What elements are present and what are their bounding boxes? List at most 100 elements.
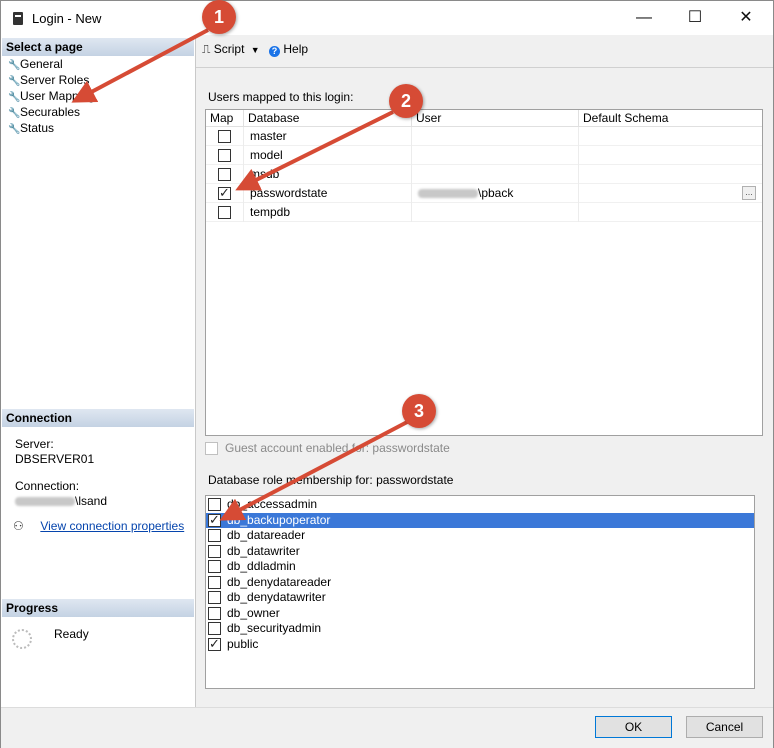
user-value: \pback	[478, 186, 514, 200]
map-checkbox-tempdb[interactable]	[218, 206, 231, 219]
browse-schema-button[interactable]: ...	[742, 186, 756, 200]
column-header-user[interactable]: User	[412, 110, 579, 127]
map-cell	[206, 127, 244, 146]
database-cell: msdb	[244, 165, 412, 184]
title-bar: Login - New — ☐ ✕	[1, 1, 773, 35]
schema-cell[interactable]	[579, 127, 762, 146]
table-row: master	[206, 127, 762, 146]
role-checkbox[interactable]	[208, 591, 221, 604]
list-item[interactable]: db_accessadmin	[206, 497, 754, 513]
redacted-blur	[15, 497, 75, 507]
help-button[interactable]: Help	[283, 42, 308, 56]
nav-item-label: Status	[20, 121, 55, 135]
list-item[interactable]: db_ddladmin	[206, 559, 754, 575]
map-checkbox-model[interactable]	[218, 149, 231, 162]
left-panel: Select a page 🔧General 🔧Server Roles 🔧Us…	[1, 35, 196, 707]
nav-item-server-roles[interactable]: 🔧Server Roles	[8, 72, 89, 88]
close-button[interactable]: ✕	[723, 1, 769, 35]
role-checkbox[interactable]	[208, 606, 221, 620]
progress-status: Ready	[54, 627, 89, 641]
user-cell[interactable]	[412, 146, 579, 165]
list-item[interactable]: db_owner	[206, 606, 754, 622]
list-item[interactable]: db_denydatawriter	[206, 590, 754, 606]
list-item[interactable]: db_backupoperator	[206, 512, 754, 528]
redacted-blur	[418, 189, 478, 199]
role-checkbox[interactable]	[208, 529, 221, 542]
user-cell[interactable]	[412, 127, 579, 146]
nav-item-label: Server Roles	[20, 73, 90, 87]
connection-value: \lsand	[75, 494, 108, 508]
map-cell	[206, 146, 244, 165]
user-cell[interactable]: \pback	[412, 184, 579, 203]
map-checkbox-master[interactable]	[218, 130, 231, 143]
connection-value-row: \lsand	[15, 494, 107, 508]
list-item[interactable]: db_datareader	[206, 528, 754, 544]
nav-item-label: User Mapping	[20, 89, 95, 103]
script-icon: ⎍	[202, 42, 211, 56]
role-checkbox[interactable]	[208, 560, 221, 573]
list-item[interactable]: db_securityadmin	[206, 621, 754, 637]
connection-header: Connection	[2, 409, 194, 427]
role-checkbox[interactable]	[208, 544, 221, 558]
app-icon	[13, 12, 23, 25]
users-mapped-label: Users mapped to this login:	[208, 90, 354, 104]
cancel-button[interactable]: Cancel	[686, 716, 763, 738]
user-cell[interactable]	[412, 165, 579, 184]
wrench-icon: 🔧	[8, 124, 21, 135]
role-name: db_ddladmin	[227, 559, 296, 573]
users-mapped-grid: Map Database User Default Schema master …	[205, 109, 763, 436]
role-membership-label: Database role membership for: passwordst…	[208, 473, 454, 487]
help-icon: ?	[269, 46, 281, 57]
annotation-marker-1: 1	[202, 0, 236, 34]
schema-cell[interactable]	[579, 165, 762, 184]
table-row: passwordstate \pback ...	[206, 184, 762, 203]
role-checkbox[interactable]	[208, 498, 221, 511]
script-dropdown-icon[interactable]: ▼	[251, 45, 260, 55]
database-cell: model	[244, 146, 412, 165]
connection-properties-icon: ⚇	[13, 519, 24, 533]
table-row: tempdb	[206, 203, 762, 222]
nav-item-general[interactable]: 🔧General	[8, 56, 63, 72]
column-header-default-schema[interactable]: Default Schema	[579, 110, 762, 127]
map-checkbox-passwordstate[interactable]	[218, 185, 231, 201]
nav-item-status[interactable]: 🔧Status	[8, 120, 54, 136]
view-connection-properties-row: ⚇ View connection properties	[13, 519, 184, 533]
column-header-database[interactable]: Database	[244, 110, 412, 127]
list-item[interactable]: db_denydatareader	[206, 575, 754, 591]
nav-item-securables[interactable]: 🔧Securables	[8, 104, 80, 120]
schema-cell[interactable]: ...	[579, 184, 762, 203]
column-header-map[interactable]: Map	[206, 110, 244, 127]
role-name: db_denydatareader	[227, 574, 332, 589]
schema-cell[interactable]	[579, 146, 762, 165]
ok-button[interactable]: OK	[595, 716, 672, 738]
script-button[interactable]: Script	[214, 42, 245, 56]
main-panel: ⎍ Script ▼ ? Help Users mapped to this l…	[196, 35, 773, 707]
window-title: Login - New	[32, 11, 102, 26]
map-cell	[206, 203, 244, 222]
role-name: db_owner	[227, 605, 280, 620]
user-cell[interactable]	[412, 203, 579, 222]
view-connection-properties-link[interactable]: View connection properties	[40, 519, 184, 533]
maximize-button[interactable]: ☐	[672, 1, 718, 35]
login-dialog: Login - New — ☐ ✕ Select a page 🔧General…	[0, 0, 774, 748]
annotation-marker-2: 2	[389, 84, 423, 118]
role-checkbox[interactable]	[208, 636, 221, 652]
role-checkbox[interactable]	[208, 575, 221, 589]
table-row: msdb	[206, 165, 762, 184]
nav-item-user-mapping[interactable]: 🔧User Mapping	[8, 88, 95, 104]
role-checkbox[interactable]	[208, 512, 221, 528]
progress-spinner-icon	[12, 629, 32, 649]
nav-item-label: Securables	[20, 105, 81, 119]
map-checkbox-msdb[interactable]	[218, 168, 231, 181]
minimize-button[interactable]: —	[621, 1, 667, 35]
guest-account-checkbox[interactable]	[205, 442, 218, 455]
role-name: db_denydatawriter	[227, 590, 326, 604]
guest-account-label: Guest account enabled for: passwordstate	[225, 441, 450, 455]
schema-cell[interactable]	[579, 203, 762, 222]
map-cell	[206, 184, 244, 203]
list-item[interactable]: public	[206, 636, 754, 653]
connection-label: Connection:	[15, 479, 80, 493]
toolbar: ⎍ Script ▼ ? Help	[202, 42, 308, 58]
role-checkbox[interactable]	[208, 622, 221, 635]
list-item[interactable]: db_datawriter	[206, 544, 754, 560]
